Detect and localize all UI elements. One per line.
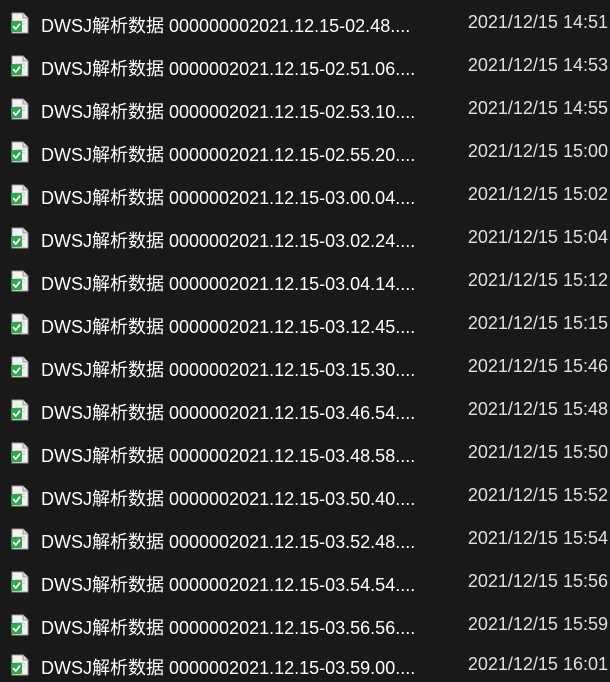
- file-row[interactable]: DWSJ解析数据 0000002021.12.15-03.46.54.... 2…: [0, 393, 610, 427]
- file-row[interactable]: DWSJ解析数据 0000002021.12.15-03.00.04.... 2…: [0, 178, 610, 212]
- excel-file-icon: [11, 98, 29, 120]
- file-name: DWSJ解析数据 0000002021.12.15-03.02.24....: [41, 231, 416, 251]
- file-row[interactable]: DWSJ解析数据 000000002021.12.15-02.48.... 20…: [0, 6, 610, 40]
- file-name: DWSJ解析数据 0000002021.12.15-03.00.04....: [41, 188, 416, 208]
- excel-file-icon: [11, 442, 29, 464]
- file-row[interactable]: DWSJ解析数据 0000002021.12.15-02.55.20.... 2…: [0, 135, 610, 169]
- excel-file-icon: [11, 55, 29, 77]
- file-list: DWSJ解析数据 000000002021.12.15-02.48.... 20…: [0, 0, 610, 682]
- file-row[interactable]: DWSJ解析数据 0000002021.12.15-03.04.14.... 2…: [0, 264, 610, 298]
- excel-file-icon: [11, 184, 29, 206]
- file-name: DWSJ解析数据 0000002021.12.15-03.48.58....: [41, 446, 416, 466]
- excel-file-icon: [11, 270, 29, 292]
- file-modified-date: 2021/12/15 15:00: [467, 141, 608, 161]
- excel-file-icon: [11, 356, 29, 378]
- file-modified-date: 2021/12/15 14:53: [467, 55, 608, 75]
- file-name: DWSJ解析数据 0000002021.12.15-03.46.54....: [41, 403, 416, 423]
- file-row[interactable]: DWSJ解析数据 0000002021.12.15-03.15.30.... 2…: [0, 350, 610, 384]
- file-modified-date: 2021/12/15 16:01: [467, 654, 608, 674]
- file-modified-date: 2021/12/15 15:56: [467, 571, 608, 591]
- file-name: DWSJ解析数据 0000002021.12.15-03.50.40....: [41, 489, 416, 509]
- file-modified-date: 2021/12/15 15:12: [467, 270, 608, 290]
- file-name: DWSJ解析数据 0000002021.12.15-03.54.54....: [41, 575, 416, 595]
- excel-file-icon: [11, 528, 29, 550]
- file-modified-date: 2021/12/15 15:52: [467, 485, 608, 505]
- file-name: DWSJ解析数据 0000002021.12.15-02.53.10....: [41, 102, 416, 122]
- file-name: DWSJ解析数据 0000002021.12.15-03.56.56....: [41, 618, 416, 638]
- excel-file-icon: [11, 485, 29, 507]
- file-row[interactable]: DWSJ解析数据 0000002021.12.15-03.12.45.... 2…: [0, 307, 610, 341]
- excel-file-icon: [11, 12, 29, 34]
- excel-file-icon: [11, 571, 29, 593]
- file-modified-date: 2021/12/15 14:55: [467, 98, 608, 118]
- file-row[interactable]: DWSJ解析数据 0000002021.12.15-02.51.06.... 2…: [0, 49, 610, 83]
- excel-file-icon: [11, 313, 29, 335]
- file-name: DWSJ解析数据 0000002021.12.15-03.15.30....: [41, 360, 416, 380]
- excel-file-icon: [11, 399, 29, 421]
- file-row[interactable]: DWSJ解析数据 0000002021.12.15-03.59.00.... 2…: [0, 648, 610, 682]
- file-modified-date: 2021/12/15 15:59: [467, 614, 608, 634]
- excel-file-icon: [11, 614, 29, 636]
- file-name: DWSJ解析数据 0000002021.12.15-02.51.06....: [41, 59, 416, 79]
- excel-file-icon: [11, 141, 29, 163]
- file-row[interactable]: DWSJ解析数据 0000002021.12.15-03.56.56.... 2…: [0, 608, 610, 642]
- file-modified-date: 2021/12/15 15:50: [467, 442, 608, 462]
- file-name: DWSJ解析数据 0000002021.12.15-03.04.14....: [41, 274, 416, 294]
- file-row[interactable]: DWSJ解析数据 0000002021.12.15-03.48.58.... 2…: [0, 436, 610, 470]
- file-modified-date: 2021/12/15 14:51: [467, 12, 608, 32]
- file-modified-date: 2021/12/15 15:54: [467, 528, 608, 548]
- file-row[interactable]: DWSJ解析数据 0000002021.12.15-03.02.24.... 2…: [0, 221, 610, 255]
- file-name: DWSJ解析数据 0000002021.12.15-03.12.45....: [41, 317, 416, 337]
- file-modified-date: 2021/12/15 15:02: [467, 184, 608, 204]
- file-modified-date: 2021/12/15 15:15: [467, 313, 608, 333]
- excel-file-icon: [11, 227, 29, 249]
- file-row[interactable]: DWSJ解析数据 0000002021.12.15-03.50.40.... 2…: [0, 479, 610, 513]
- file-modified-date: 2021/12/15 15:04: [467, 227, 608, 247]
- file-name: DWSJ解析数据 000000002021.12.15-02.48....: [41, 16, 411, 36]
- file-row[interactable]: DWSJ解析数据 0000002021.12.15-03.54.54.... 2…: [0, 565, 610, 599]
- file-name: DWSJ解析数据 0000002021.12.15-03.59.00....: [41, 658, 416, 678]
- excel-file-icon: [11, 654, 29, 676]
- file-name: DWSJ解析数据 0000002021.12.15-03.52.48....: [41, 532, 416, 552]
- file-row[interactable]: DWSJ解析数据 0000002021.12.15-02.53.10.... 2…: [0, 92, 610, 126]
- file-modified-date: 2021/12/15 15:46: [467, 356, 608, 376]
- file-modified-date: 2021/12/15 15:48: [467, 399, 608, 419]
- file-name: DWSJ解析数据 0000002021.12.15-02.55.20....: [41, 145, 416, 165]
- file-row[interactable]: DWSJ解析数据 0000002021.12.15-03.52.48.... 2…: [0, 522, 610, 556]
